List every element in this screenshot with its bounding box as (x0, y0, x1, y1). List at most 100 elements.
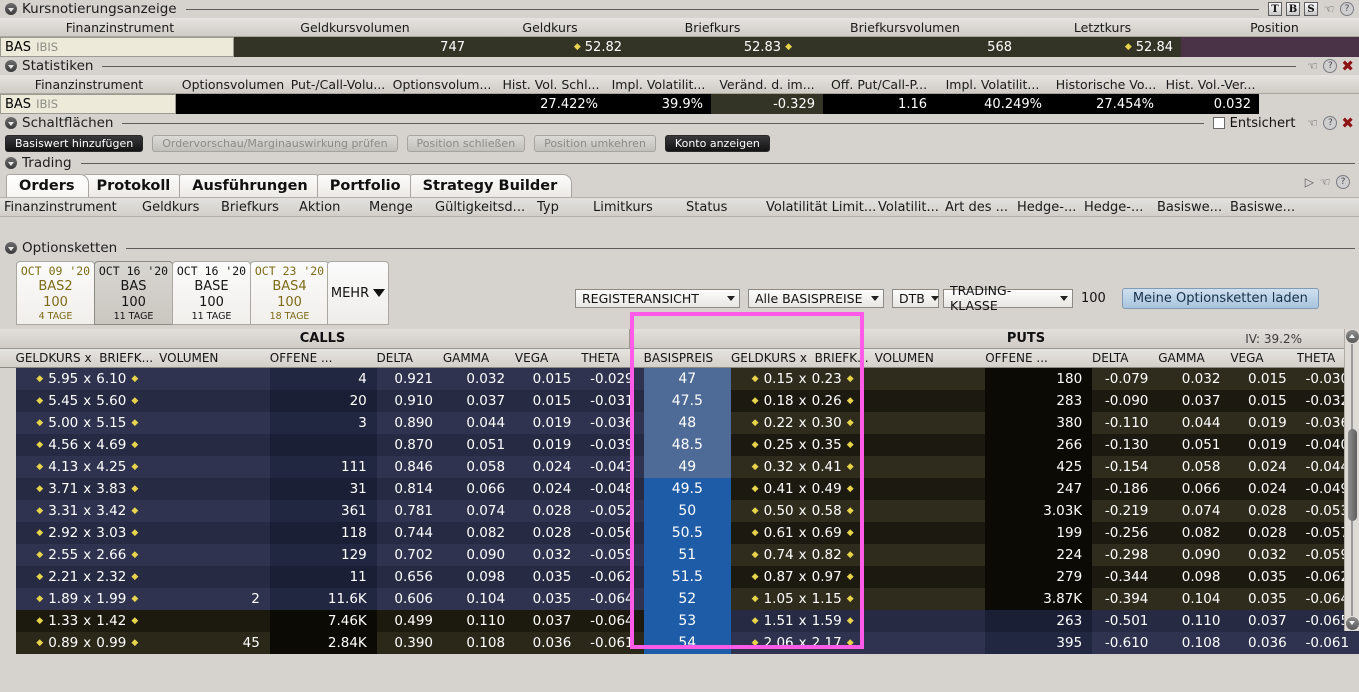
help-icon[interactable]: ? (1323, 59, 1338, 73)
col-order-basiswert-2[interactable]: Basiswe... (1230, 200, 1303, 215)
col-hist-vol-schluss[interactable]: Hist. Vol. Schl... (496, 77, 606, 92)
col-call-offene[interactable]: OFFENE ... (270, 351, 377, 365)
load-my-chains-button[interactable]: Meine Optionsketten laden (1121, 287, 1319, 309)
col-call-vega[interactable]: VEGA (515, 351, 581, 365)
trading-class-select[interactable]: TRADING-KLASSE (943, 283, 1073, 313)
chain-scrollbar[interactable] (1344, 329, 1359, 631)
close-position-button[interactable]: Position schließen (406, 134, 526, 152)
tab-orders[interactable]: Orders (6, 174, 90, 197)
collapse-chains-panel-icon[interactable] (5, 242, 17, 254)
collapse-stats-panel-icon[interactable] (5, 60, 17, 72)
strikes-filter-select[interactable]: Alle BASISPREISE (748, 288, 884, 308)
col-briefkursvolumen[interactable]: Briefkursvolumen (795, 20, 1015, 35)
chain-row[interactable]: ◆ 1.89 x 1.99 ◆ 2 11.6K 0.606 0.104 0.035 -0.064 52… (0, 588, 1359, 610)
col-put-vega[interactable]: VEGA (1230, 351, 1296, 365)
help-icon[interactable]: ? (1340, 2, 1354, 16)
col-impl-volatilitaet[interactable]: Impl. Volatilit... (606, 77, 711, 92)
stats-instrument-cell[interactable]: BAS IBIS (0, 94, 176, 114)
chain-row[interactable]: ◆ 1.33 x 1.42 ◆ 7.46K 0.499 0.110 0.037 -0.064 53 ◆… (0, 610, 1359, 632)
col-impl-volatilitaet-2[interactable]: Impl. Volatilit... (935, 77, 1050, 92)
col-order-vola-limit[interactable]: Volatilität Limit... (766, 200, 878, 215)
col-optionsvolumen[interactable]: Optionsvolumen (178, 77, 288, 92)
collapse-trading-panel-icon[interactable] (5, 157, 17, 169)
chain-row[interactable]: ◆ 4.13 x 4.25 ◆ 111 0.846 0.058 0.024 -0.043 49 ◆ 0.… (0, 456, 1359, 478)
chain-row[interactable]: ◆ 2.55 x 2.66 ◆ 129 0.702 0.090 0.032 -0.059 51 ◆ 0.… (0, 544, 1359, 566)
entsichert-checkbox[interactable] (1212, 117, 1225, 129)
col-basispreis[interactable]: BASISPREIS (644, 351, 731, 365)
tab-ausfuehrungen[interactable]: Ausführungen (179, 174, 323, 197)
col-call-delta[interactable]: DELTA (377, 351, 443, 365)
col-order-status[interactable]: Status (686, 200, 766, 215)
view-mode-select[interactable]: REGISTERANSICHT (575, 288, 740, 308)
chain-row[interactable]: ◆ 2.21 x 2.32 ◆ 11 0.656 0.098 0.035 -0.062 51.5 ◆ 0… (0, 566, 1359, 588)
hand-icon[interactable]: ☜ (1318, 175, 1332, 189)
ticker-b-icon[interactable]: B (1286, 2, 1300, 16)
chain-row[interactable]: ◆ 2.92 x 3.03 ◆ 118 0.744 0.082 0.028 -0.056 50.5 ◆… (0, 522, 1359, 544)
chain-row[interactable]: ◆ 5.95 x 6.10 ◆ 4 0.921 0.032 0.015 -0.029 47 ◆ 0.15… (0, 368, 1359, 390)
tab-strategy-builder[interactable]: Strategy Builder (409, 174, 573, 197)
chain-row[interactable]: ◆ 3.31 x 3.42 ◆ 361 0.781 0.074 0.028 -0.052 50 ◆ 0.… (0, 500, 1359, 522)
chain-row[interactable]: ◆ 3.71 x 3.83 ◆ 31 0.814 0.066 0.024 -0.048 49.5 ◆ 0… (0, 478, 1359, 500)
close-icon[interactable]: ✖ (1341, 115, 1354, 131)
col-order-hedge-1[interactable]: Hedge-... (1017, 200, 1084, 215)
col-put-delta[interactable]: DELTA (1092, 351, 1158, 365)
col-call-gamma[interactable]: GAMMA (443, 351, 515, 365)
chain-row[interactable]: ◆ 4.56 x 4.69 ◆ 0.870 0.051 0.019 -0.039 48.5 ◆ 0.2… (0, 434, 1359, 456)
tab-portfolio[interactable]: Portfolio (316, 174, 416, 197)
scroll-up-icon[interactable] (1345, 330, 1359, 343)
quote-instrument-cell[interactable]: BAS IBIS (0, 37, 234, 57)
col-order-basiswert-1[interactable]: Basiswe... (1157, 200, 1230, 215)
chain-row[interactable]: ◆ 5.00 x 5.15 ◆ 3 0.890 0.044 0.019 -0.036 48 ◆ 0.22… (0, 412, 1359, 434)
col-finanzinstrument[interactable]: Finanzinstrument (0, 20, 240, 35)
col-veraend-impl[interactable]: Veränd. d. im... (711, 77, 823, 92)
help-icon[interactable]: ? (1323, 116, 1338, 130)
col-call-theta[interactable]: THETA (581, 351, 643, 365)
order-preview-margin-button[interactable]: Ordervorschau/Marginauswirkung prüfen (152, 134, 398, 152)
col-order-typ[interactable]: Typ (537, 200, 593, 215)
stats-row[interactable]: BAS IBIS 27.422% 39.9% -0.329 1.16 40.24… (0, 94, 1359, 114)
col-put-offene[interactable]: OFFENE ... (985, 351, 1092, 365)
show-account-button[interactable]: Konto anzeigen (664, 134, 770, 152)
col-order-finanzinstrument[interactable]: Finanzinstrument (0, 200, 142, 215)
edit-icon[interactable]: ▷ (1305, 175, 1314, 189)
scroll-down-icon[interactable] (1345, 617, 1359, 630)
col-stat-finanzinstrument[interactable]: Finanzinstrument (0, 77, 178, 92)
col-position[interactable]: Position (1190, 20, 1359, 35)
ticker-s-icon[interactable]: S (1304, 2, 1318, 16)
col-briefkurs[interactable]: Briefkurs (630, 20, 795, 35)
col-put-volumen[interactable]: VOLUMEN (875, 351, 986, 365)
col-call-volumen[interactable]: VOLUMEN (159, 351, 270, 365)
help-icon[interactable]: ? (1336, 175, 1350, 189)
ticker-t-icon[interactable]: T (1268, 2, 1282, 16)
exchange-select[interactable]: DTB (892, 288, 939, 308)
col-historische-vol[interactable]: Historische Vo... (1050, 77, 1162, 92)
col-put-gamma[interactable]: GAMMA (1158, 351, 1230, 365)
more-expiries-button[interactable]: MEHR (327, 261, 389, 325)
col-order-briefkurs[interactable]: Briefkurs (221, 200, 299, 215)
hand-icon[interactable]: ☜ (1305, 116, 1319, 130)
col-order-geldkurs[interactable]: Geldkurs (142, 200, 221, 215)
hand-icon[interactable]: ☜ (1305, 59, 1319, 73)
collapse-quote-panel-icon[interactable] (5, 3, 17, 15)
hand-icon[interactable]: ☜ (1322, 2, 1336, 16)
reverse-position-button[interactable]: Position umkehren (534, 134, 656, 152)
col-put-bid-ask[interactable]: GELDKURS x BRIEFK... (731, 351, 875, 365)
col-call-bid-ask[interactable]: GELDKURS x BRIEFK... (16, 351, 160, 365)
tab-protokoll[interactable]: Protokoll (83, 174, 186, 197)
expiry-tab-bas[interactable]: OCT 16 '20 BAS 100 11 TAGE (94, 261, 173, 325)
chain-row[interactable]: ◆ 0.89 x 0.99 ◆ 45 2.84K 0.390 0.108 0.036 -0.061 5… (0, 632, 1359, 654)
col-order-gueltigkeit[interactable]: Gültigkeitsd... (435, 200, 537, 215)
chain-row[interactable]: ◆ 5.45 x 5.60 ◆ 20 0.910 0.037 0.015 -0.031 47.5 ◆ 0… (0, 390, 1359, 412)
scrollbar-thumb[interactable] (1348, 429, 1357, 521)
col-off-put-call[interactable]: Off. Put/Call-P... (823, 77, 935, 92)
col-order-aktion[interactable]: Aktion (299, 200, 369, 215)
expiry-tab-bas2[interactable]: OCT 09 '20 BAS2 100 4 TAGE (16, 261, 95, 325)
col-put-call-volumen[interactable]: Put-/Call-Volu... (288, 77, 388, 92)
col-order-menge[interactable]: Menge (369, 200, 435, 215)
col-letztkurs[interactable]: Letztkurs (1015, 20, 1190, 35)
expiry-tab-base[interactable]: OCT 16 '20 BASE 100 11 TAGE (172, 261, 251, 325)
col-order-art-des[interactable]: Art des ... (945, 200, 1017, 215)
col-hist-vol-veraend[interactable]: Hist. Vol.-Ver... (1162, 77, 1259, 92)
quote-row[interactable]: BAS IBIS 747 ◆ 52.82 52.83 ◆ 568 ◆ 52.84 (0, 37, 1359, 57)
col-geldkursvolumen[interactable]: Geldkursvolumen (240, 20, 470, 35)
